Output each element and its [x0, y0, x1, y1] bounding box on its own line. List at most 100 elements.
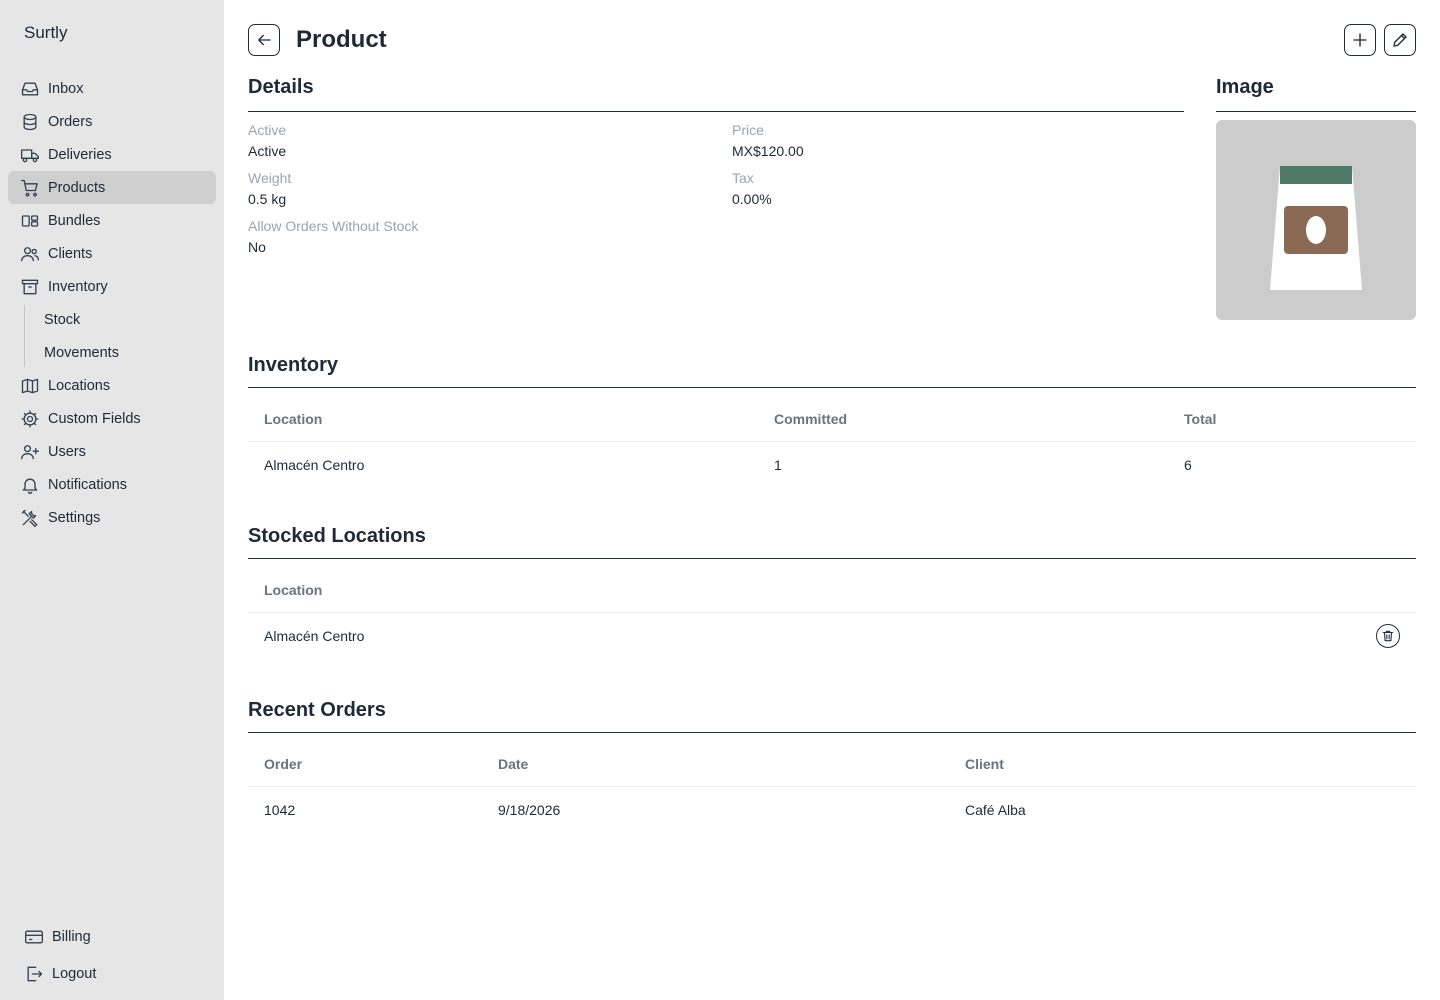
sidebar-item-deliveries[interactable]: Deliveries [8, 138, 216, 171]
field-value: MX$120.00 [732, 143, 804, 159]
sidebar-item-products[interactable]: Products [8, 171, 216, 204]
user-plus-icon [20, 442, 40, 462]
column-header: Client [965, 756, 1004, 772]
image-title: Image [1216, 76, 1274, 98]
column-header: Location [264, 411, 323, 427]
table-cell: 6 [1184, 457, 1192, 473]
sidebar-item-label: Orders [48, 113, 93, 130]
field-weight: Weight 0.5 kg [248, 170, 291, 207]
divider [248, 111, 1184, 112]
recent-orders-section: Recent Orders Order Date Client 1042 9/1… [248, 699, 1416, 833]
sidebar-item-locations[interactable]: Locations [8, 369, 216, 402]
field-value: 0.00% [732, 191, 772, 207]
sidebar-item-notifications[interactable]: Notifications [8, 468, 216, 501]
column-header: Committed [774, 411, 848, 427]
sidebar-item-stock[interactable]: Stock [8, 303, 216, 336]
bell-icon [20, 475, 40, 495]
sidebar-item-label: Movements [44, 344, 119, 361]
table-row[interactable]: 1042 9/18/2026 Café Alba [248, 787, 1416, 833]
sidebar-item-label: Notifications [48, 476, 127, 493]
table-header: Location [248, 559, 1416, 613]
sidebar-item-movements[interactable]: Movements [8, 336, 216, 369]
sidebar-item-label: Stock [44, 311, 81, 328]
sidebar-item-inbox[interactable]: Inbox [8, 72, 216, 105]
add-button[interactable] [1344, 24, 1376, 56]
sidebar-item-settings[interactable]: Settings [8, 501, 216, 534]
sidebar-item-label: Settings [48, 509, 101, 526]
inventory-section: Inventory Location Committed Total Almac… [248, 354, 1416, 488]
table-cell: 1042 [264, 802, 296, 818]
page-title: Product [296, 26, 387, 53]
sidebar-item-label: Inventory [48, 278, 108, 295]
divider [1216, 111, 1416, 112]
column-header: Date [498, 756, 529, 772]
column-header: Location [264, 582, 323, 598]
sidebar-item-label: Users [48, 443, 86, 460]
sidebar-nav: Inbox Orders Deliveries Products Bundles [8, 72, 216, 534]
inbox-icon [20, 79, 40, 99]
field-value: No [248, 239, 266, 255]
table-row[interactable]: Almacén Centro [248, 613, 1416, 659]
field-allow-orders-without-stock: Allow Orders Without Stock No [248, 218, 418, 255]
database-icon [20, 112, 40, 132]
table-cell: 9/18/2026 [498, 802, 561, 818]
pencil-icon [1393, 33, 1407, 47]
sidebar-item-bundles[interactable]: Bundles [8, 204, 216, 237]
sidebar-item-orders[interactable]: Orders [8, 105, 216, 138]
users-icon [20, 244, 40, 264]
arrow-left-icon [258, 34, 271, 46]
table-header: Location Committed Total [248, 388, 1416, 442]
logout-icon [24, 964, 44, 984]
table-header: Order Date Client [248, 733, 1416, 787]
trash-icon [1382, 630, 1394, 642]
sidebar-item-label: Custom Fields [48, 410, 141, 427]
sidebar-item-label: Products [48, 179, 106, 196]
sidebar: Surtly Inbox Orders Deliveries Products [0, 0, 224, 1000]
app-name: Surtly [24, 23, 68, 42]
recent-orders-title: Recent Orders [248, 699, 386, 721]
cog-icon [20, 409, 40, 429]
truck-icon [20, 145, 40, 165]
coffee-bag-illustration [1270, 166, 1362, 290]
sidebar-item-label: Clients [48, 245, 93, 262]
sidebar-item-users[interactable]: Users [8, 435, 216, 468]
details-section: Details Active Active Price MX$120.00 We… [248, 76, 1184, 255]
tools-icon [20, 508, 40, 528]
product-image [1216, 120, 1416, 320]
sidebar-bottom: Billing Logout [16, 920, 216, 990]
delete-location-button[interactable] [1376, 624, 1400, 648]
field-label: Weight [248, 170, 292, 186]
bundles-icon [20, 211, 40, 231]
field-price: Price MX$120.00 [732, 122, 804, 159]
inventory-title: Inventory [248, 354, 339, 376]
field-label: Tax [732, 170, 754, 186]
stocked-locations-title: Stocked Locations [248, 525, 426, 547]
inventory-subnav: Stock Movements [8, 303, 216, 369]
sidebar-item-billing[interactable]: Billing [16, 920, 216, 953]
table-cell: 1 [774, 457, 782, 473]
sidebar-item-custom-fields[interactable]: Custom Fields [8, 402, 216, 435]
sidebar-item-label: Inbox [48, 80, 84, 97]
field-tax: Tax 0.00% [732, 170, 772, 207]
field-label: Active [248, 122, 287, 138]
cart-icon [20, 178, 40, 198]
edit-button[interactable] [1384, 24, 1416, 56]
sidebar-item-label: Billing [52, 928, 91, 945]
column-header: Total [1184, 411, 1217, 427]
credit-card-icon [24, 927, 44, 947]
main-content: Product Details Active Active Price MX$1… [248, 0, 1416, 1000]
column-header: Order [264, 756, 303, 772]
table-cell: Almacén Centro [264, 457, 365, 473]
stocked-locations-section: Stocked Locations Location Almacén Centr… [248, 525, 1416, 659]
back-button[interactable] [248, 24, 280, 56]
table-row[interactable]: Almacén Centro 1 6 [248, 442, 1416, 488]
sidebar-item-label: Deliveries [48, 146, 112, 163]
plus-icon [1353, 33, 1367, 47]
sidebar-item-inventory[interactable]: Inventory [8, 270, 216, 303]
field-value: 0.5 kg [248, 191, 287, 207]
sidebar-item-clients[interactable]: Clients [8, 237, 216, 270]
field-label: Allow Orders Without Stock [248, 218, 419, 234]
archive-icon [20, 277, 40, 297]
table-cell: Café Alba [965, 802, 1026, 818]
sidebar-item-logout[interactable]: Logout [16, 957, 216, 990]
